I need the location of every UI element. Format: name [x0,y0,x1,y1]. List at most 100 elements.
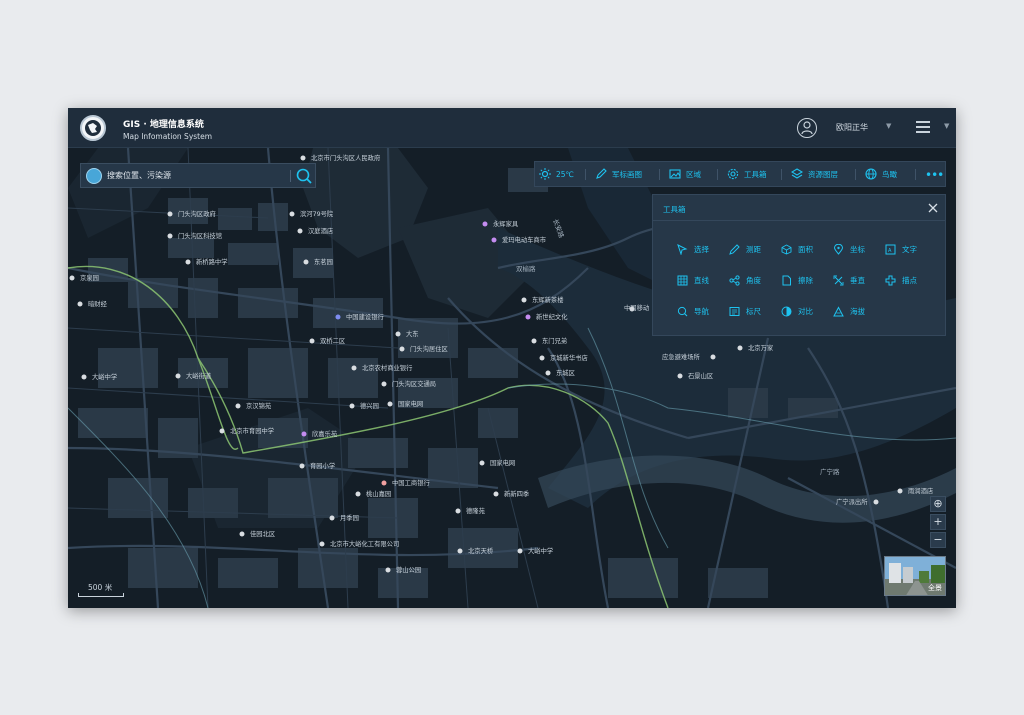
tool-altitude[interactable]: 海拔 [833,302,865,320]
pencil-icon [596,168,607,179]
magnifier-icon [677,306,688,316]
tool-coordinate[interactable]: 坐标 [833,240,865,258]
zoom-out-button[interactable]: − [930,532,946,548]
scale-label: 500 米 [88,583,113,592]
mountain-icon [833,305,844,316]
svg-text:育园小学: 育园小学 [310,461,335,470]
svg-text:新新四季: 新新四季 [504,489,530,498]
weather-widget[interactable]: 25℃ [539,162,574,186]
zoom-in-button[interactable]: + [930,514,946,530]
svg-text:北京天桥: 北京天桥 [468,546,494,555]
streetview-label: 全景 [928,584,942,592]
svg-text:大东: 大东 [406,329,419,338]
svg-text:月季园: 月季园 [340,513,359,522]
toolbar-toolbox[interactable]: 工具箱 [727,162,767,186]
svg-text:广宁派出所: 广宁派出所 [836,497,868,506]
weather-temperature: 25℃ [556,169,574,179]
svg-text:京泉园: 京泉园 [80,273,99,282]
user-avatar-icon[interactable] [797,118,817,138]
app-window: 双榆路 广宁路 长安路 北京市门头沟区人民政府 门头沟区政府 门头沟区科技馆 滨… [68,108,956,608]
tool-scale-ruler[interactable]: 标尺 [729,302,761,320]
menu-dropdown-caret-icon[interactable]: ▼ [944,122,949,130]
toolbar-region[interactable]: 区域 [669,162,701,186]
tool-select[interactable]: 选择 [677,240,709,258]
search-input[interactable] [107,167,277,184]
tool-mark-point[interactable]: 描点 [885,271,917,289]
user-name[interactable]: 欧阳正华 [836,122,868,133]
svg-text:门头沟区政府: 门头沟区政府 [178,209,216,218]
svg-text:佳园北区: 佳园北区 [250,529,275,538]
svg-text:雨润酒店: 雨润酒店 [908,486,933,495]
tool-measure-distance[interactable]: 测距 [729,240,761,258]
svg-text:双榆路: 双榆路 [516,264,536,273]
search-icon[interactable] [295,167,313,185]
app-logo-icon [80,115,106,141]
svg-text:桃山嘉园: 桃山嘉园 [366,489,391,498]
scale-bar [78,593,124,597]
toolbar-birdseye[interactable]: 鸟瞰 [865,162,897,186]
list-icon [729,306,740,316]
svg-text:北京万家: 北京万家 [748,343,774,352]
svg-text:东城区: 东城区 [556,368,575,377]
share-nodes-icon [729,274,740,286]
toolbar-resource-layers[interactable]: 资源图层 [791,162,838,186]
map-scale: 500 米 [78,582,124,597]
text-box-icon: A [885,244,896,254]
search-box [80,163,316,188]
svg-text:双桥二区: 双桥二区 [320,336,345,345]
close-icon[interactable] [927,202,939,214]
toolbar-military-draw[interactable]: 军标画图 [595,162,642,186]
svg-text:应急避难场所: 应急避难场所 [662,352,700,361]
locate-icon[interactable]: ⊕ [930,496,946,512]
tool-navigation[interactable]: 导航 [677,302,709,320]
gear-icon [727,168,739,180]
tool-erase[interactable]: 擦除 [781,271,813,289]
tool-line[interactable]: 直线 [677,271,709,289]
svg-text:欣嘉乐苑: 欣嘉乐苑 [312,429,338,438]
document-icon [782,275,791,285]
svg-text:滨河79号院: 滨河79号院 [300,209,334,218]
tool-compare[interactable]: 对比 [781,302,813,320]
svg-text:门头沟区交通局: 门头沟区交通局 [392,379,436,388]
svg-text:大峪中学: 大峪中学 [92,372,117,381]
svg-text:东茗园: 东茗园 [314,257,333,266]
svg-text:东辉新茶楼: 东辉新茶楼 [532,295,564,304]
tool-vertical[interactable]: 垂直 [833,271,865,289]
streetview-thumbnail[interactable]: 全景 [884,556,946,596]
svg-text:A: A [888,248,892,254]
tool-area[interactable]: 面积 [781,240,813,258]
user-dropdown-caret-icon[interactable]: ▼ [886,122,891,130]
main-menu-icon[interactable] [916,121,930,133]
grid-icon [677,275,688,285]
svg-text:暗财经: 暗财经 [88,299,108,308]
svg-text:北京市育园中学: 北京市育园中学 [230,426,274,435]
tool-angle[interactable]: 角度 [729,271,761,289]
image-region-icon [669,169,681,179]
gamepad-icon [885,275,896,285]
svg-text:门头沟居住区: 门头沟居住区 [410,344,448,353]
map-service-icon [86,168,102,184]
svg-text:大峪中学: 大峪中学 [528,546,553,555]
location-pin-icon [833,243,844,255]
svg-text:中国工商银行: 中国工商银行 [392,478,430,487]
svg-text:德隆苑: 德隆苑 [466,506,486,515]
half-circle-icon [781,306,792,316]
toolbox-title: 工具箱 [663,205,686,214]
zoom-controls: ⊕ + − [930,496,946,550]
search-divider [290,170,291,182]
map-toolbar: 25℃ 军标画图 区域 工具箱 资源图层 鸟瞰 ••• [534,161,946,187]
svg-text:国家电网: 国家电网 [490,458,515,467]
sun-icon [539,168,551,180]
svg-text:大峪街道: 大峪街道 [186,371,212,380]
ruler-pen-icon [729,243,740,255]
svg-text:中国建设银行: 中国建设银行 [346,312,384,321]
svg-text:北京市门头沟区人民政府: 北京市门头沟区人民政府 [311,153,380,162]
more-icon[interactable]: ••• [925,168,944,182]
app-subtitle: Map Infomation System [123,132,213,141]
svg-text:京城新华书店: 京城新华书店 [550,353,588,362]
svg-text:爱玛电动车商市: 爱玛电动车商市 [502,235,546,244]
svg-text:汉庭酒店: 汉庭酒店 [308,226,333,235]
svg-text:广宁路: 广宁路 [820,467,840,476]
toolbox-header: 工具箱 [653,195,945,221]
tool-text[interactable]: A 文字 [885,240,917,258]
